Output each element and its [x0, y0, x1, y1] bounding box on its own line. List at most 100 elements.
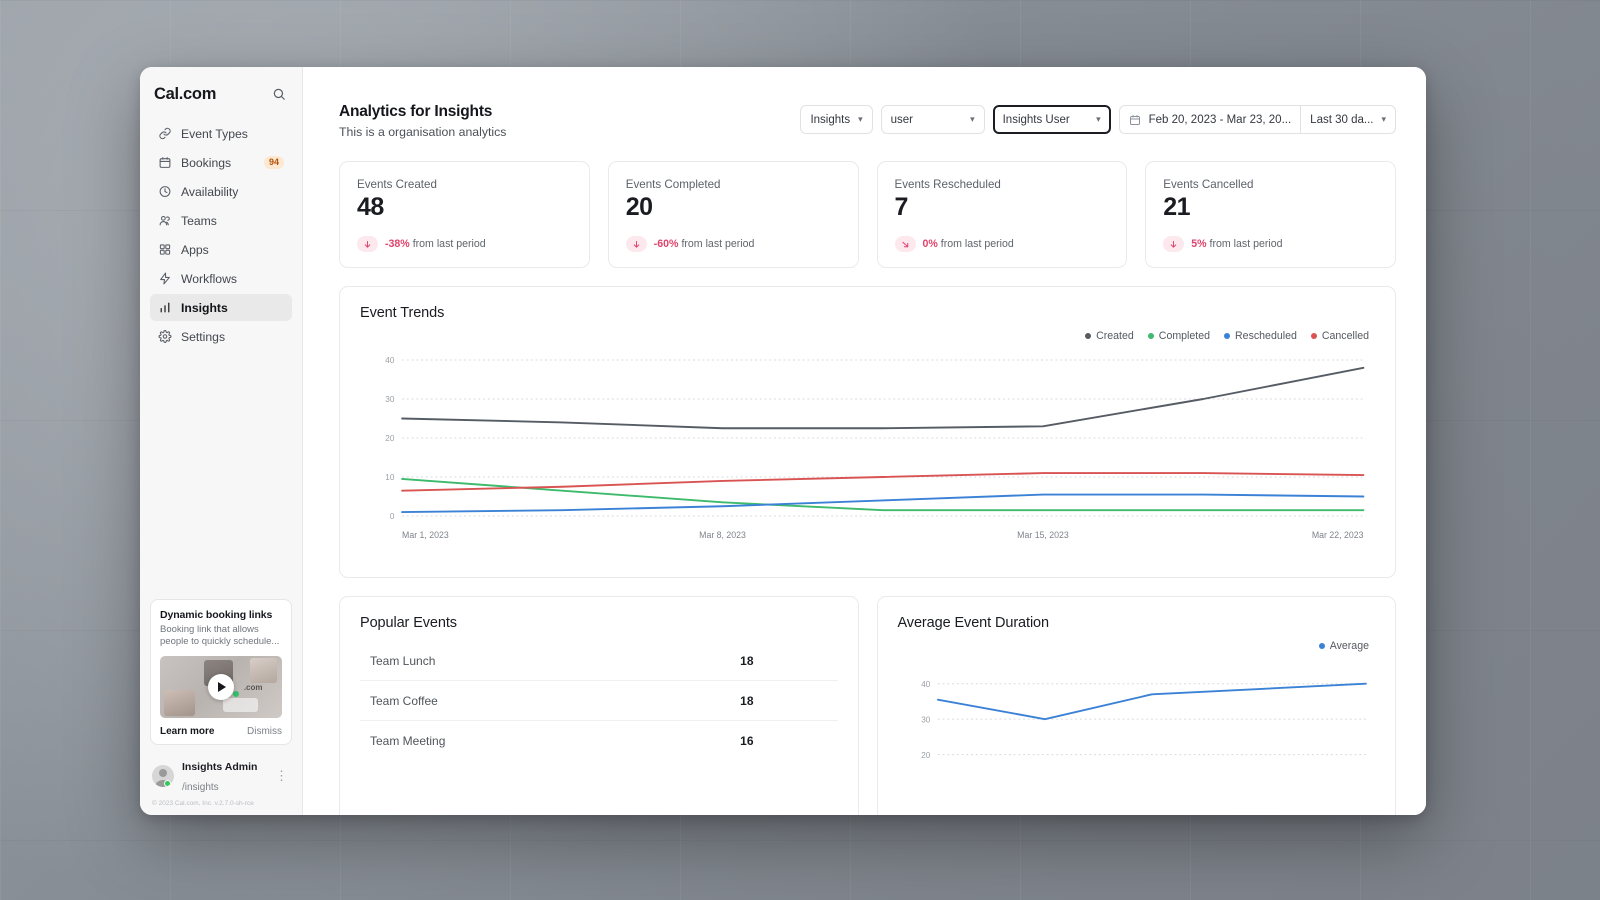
- sidebar-item-label: Settings: [181, 330, 284, 344]
- promo-actions: Learn more Dismiss: [160, 726, 282, 737]
- grid-icon: [158, 243, 172, 257]
- dismiss-button[interactable]: Dismiss: [247, 726, 282, 737]
- kpi-delta-value: 5%: [1191, 238, 1206, 250]
- event-count: 18: [740, 694, 827, 708]
- promo-video-thumbnail[interactable]: .com: [160, 656, 282, 718]
- event-trends-title: Event Trends: [340, 287, 1395, 321]
- promo-card: Dynamic booking links Booking link that …: [150, 599, 292, 745]
- svg-text:30: 30: [921, 714, 930, 724]
- filter-bar: Insights ▾ user ▾ Insights User ▾: [800, 103, 1396, 134]
- user-select-dropdown[interactable]: Insights User ▾: [993, 105, 1111, 134]
- kpi-delta-suffix: from last period: [1210, 238, 1283, 250]
- list-item[interactable]: Team Meeting16: [360, 721, 838, 761]
- event-count: 16: [740, 734, 827, 748]
- promo-title: Dynamic booking links: [160, 609, 282, 621]
- event-trends-panel: Event Trends Created Completed Rescheduled…: [339, 286, 1396, 578]
- kebab-menu-icon[interactable]: ⋮: [273, 768, 290, 784]
- user-handle: /insights: [182, 782, 219, 793]
- kpi-delta-suffix: from last period: [413, 238, 486, 250]
- kpi-delta-suffix: from last period: [941, 238, 1014, 250]
- svg-text:30: 30: [385, 394, 394, 404]
- bookings-badge: 94: [264, 156, 284, 170]
- sidebar-item-availability[interactable]: Availability: [150, 178, 292, 205]
- legend-label: Average: [1330, 640, 1369, 652]
- kpi-label: Events Rescheduled: [895, 178, 1110, 191]
- legend-item: Completed: [1148, 330, 1210, 342]
- svg-text:10: 10: [385, 472, 394, 482]
- group-by-dropdown[interactable]: user ▾: [881, 105, 985, 134]
- sidebar-item-teams[interactable]: Teams: [150, 207, 292, 234]
- chevron-down-icon: ▾: [858, 114, 863, 125]
- bar-chart-icon: [158, 301, 172, 315]
- kpi-card-events-created: Events Created 48 -38% from last period: [339, 161, 590, 268]
- scope-filter-dropdown[interactable]: Insights ▾: [800, 105, 872, 134]
- sidebar-item-label: Event Types: [181, 127, 284, 141]
- legend-item: Cancelled: [1311, 330, 1369, 342]
- legend-color-dot: [1319, 643, 1325, 649]
- sidebar-item-insights[interactable]: Insights: [150, 294, 292, 321]
- popular-events-title: Popular Events: [340, 597, 858, 631]
- arrow-down-icon: [357, 236, 378, 252]
- user-meta: Insights Admin /insights: [182, 756, 265, 796]
- popular-events-panel: Popular Events Team Lunch 18 Team Coffee 18…: [339, 596, 859, 815]
- search-icon[interactable]: [269, 84, 289, 104]
- svg-text:40: 40: [921, 679, 930, 689]
- date-range-group: Feb 20, 2023 - Mar 23, 20... Last 30 da.…: [1119, 105, 1396, 134]
- sidebar-item-workflows[interactable]: Workflows: [150, 265, 292, 292]
- legend-label: Rescheduled: [1235, 330, 1297, 342]
- user-profile[interactable]: Insights Admin /insights ⋮: [150, 754, 292, 796]
- clock-icon: [158, 185, 172, 199]
- sidebar-item-label: Availability: [181, 185, 284, 199]
- kpi-value: 20: [626, 193, 841, 222]
- list-item[interactable]: Team Lunch 18: [360, 641, 838, 681]
- learn-more-link[interactable]: Learn more: [160, 726, 214, 737]
- svg-text:Mar 8, 2023: Mar 8, 2023: [699, 530, 746, 540]
- kpi-label: Events Cancelled: [1163, 178, 1378, 191]
- calendar-icon: [158, 156, 172, 170]
- sidebar: Cal.com Event Types Bookings 94: [140, 67, 303, 815]
- brand-logo[interactable]: Cal.com: [154, 85, 216, 104]
- average-duration-panel: Average Event Duration Average 203040: [877, 596, 1397, 815]
- kpi-delta-text: 0% from last period: [923, 238, 1014, 250]
- user-select-label: Insights User: [1003, 114, 1070, 126]
- thumbnail-brand-text: .com: [244, 683, 263, 692]
- sidebar-item-apps[interactable]: Apps: [150, 236, 292, 263]
- event-name: Team Coffee: [370, 694, 438, 708]
- event-name: Team Lunch: [370, 654, 435, 668]
- date-range-label: Feb 20, 2023 - Mar 23, 20...: [1149, 114, 1292, 126]
- date-range-picker[interactable]: Feb 20, 2023 - Mar 23, 20...: [1119, 105, 1301, 134]
- chevron-down-icon: ▾: [970, 114, 975, 125]
- sidebar-item-bookings[interactable]: Bookings 94: [150, 149, 292, 176]
- legend-color-dot: [1311, 333, 1317, 339]
- lightning-icon: [158, 272, 172, 286]
- sidebar-item-settings[interactable]: Settings: [150, 323, 292, 350]
- play-icon[interactable]: [208, 674, 234, 700]
- kpi-card-events-cancelled: Events Cancelled 21 5% from last period: [1145, 161, 1396, 268]
- chevron-down-icon: ▾: [1096, 114, 1101, 125]
- popular-events-list: Team Lunch 18 Team Coffee 18 Team Meeting16: [340, 631, 858, 761]
- page-header-text: Analytics for Insights This is a organis…: [339, 103, 506, 139]
- kpi-card-events-completed: Events Completed 20 -60% from last perio…: [608, 161, 859, 268]
- kpi-delta-text: 5% from last period: [1191, 238, 1282, 250]
- legend-item: Created: [1085, 330, 1134, 342]
- sidebar-spacer: [150, 350, 292, 599]
- bottom-panels: Popular Events Team Lunch 18 Team Coffee 18…: [339, 596, 1396, 815]
- kpi-card-events-rescheduled: Events Rescheduled 7 0% from last period: [877, 161, 1128, 268]
- sidebar-item-event-types[interactable]: Event Types: [150, 120, 292, 147]
- users-icon: [158, 214, 172, 228]
- page-header: Analytics for Insights This is a organis…: [339, 103, 1396, 139]
- kpi-label: Events Completed: [626, 178, 841, 191]
- kpi-value: 7: [895, 193, 1110, 222]
- kpi-value: 21: [1163, 193, 1378, 222]
- date-preset-dropdown[interactable]: Last 30 da... ▾: [1300, 105, 1396, 134]
- main-content: Analytics for Insights This is a organis…: [303, 67, 1426, 815]
- event-count: 18: [740, 654, 827, 668]
- legend-item: Average: [1319, 640, 1369, 652]
- thumbnail-tile: [164, 690, 196, 716]
- user-name: Insights Admin: [182, 761, 257, 773]
- event-trends-chart: 010203040Mar 1, 2023Mar 8, 2023Mar 15, 2…: [340, 342, 1395, 577]
- svg-text:Mar 22, 2023: Mar 22, 2023: [1312, 530, 1364, 540]
- arrow-down-icon: [626, 236, 647, 252]
- kpi-delta: 0% from last period: [895, 236, 1110, 252]
- list-item[interactable]: Team Coffee 18: [360, 681, 838, 721]
